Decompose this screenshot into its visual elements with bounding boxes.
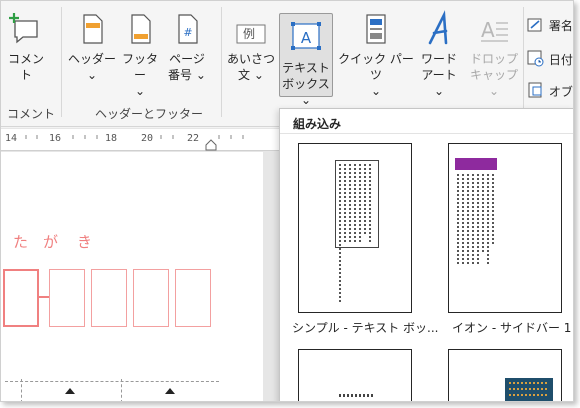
document-kana: き (77, 233, 93, 251)
page-number-dropdown-arrow: ⌄ (195, 68, 206, 82)
gallery-item-label: イオン - サイドバー 1 (452, 321, 572, 335)
horizontal-ruler[interactable]: 14 16 18 20 22 (1, 129, 281, 151)
quick-parts-dropdown-arrow: ⌄ (370, 84, 382, 98)
word-window: コメント コメント ヘッダー ⌄ フッター ⌄ # ページ 番号 ⌄ ヘッダーと… (0, 0, 574, 402)
textbox-outline[interactable] (5, 379, 219, 401)
wordart-button[interactable]: ワード アート ⌄ (415, 9, 463, 99)
header-icon (75, 9, 109, 49)
svg-text:A: A (481, 18, 495, 42)
gallery-section-title: 組み込み (293, 117, 342, 131)
dark-sidebar-preview (505, 378, 553, 401)
quick-parts-icon (359, 9, 393, 49)
date-label: 日付 (548, 53, 573, 67)
textbox-label-1: テキスト (282, 61, 330, 75)
textbox-dropdown-arrow: ⌄ (300, 93, 312, 107)
textbox-button[interactable]: A テキスト ボックス ⌄ (279, 13, 333, 107)
page-number-icon: # (170, 9, 204, 49)
date-button[interactable]: 日付 (527, 49, 573, 68)
simple-textbox-preview (335, 160, 379, 304)
gallery-item[interactable] (298, 349, 412, 401)
footer-dropdown-arrow: ⌄ (134, 84, 146, 98)
page-number-button[interactable]: # ページ 番号 ⌄ (165, 9, 209, 83)
comment-button[interactable]: コメント (3, 9, 49, 83)
gallery-item-ion-sidebar-1[interactable] (448, 143, 562, 313)
quick-parts-button[interactable]: クイック パーツ ⌄ (337, 9, 415, 99)
greeting-label-2: 文 (238, 68, 251, 82)
footer-icon (123, 9, 157, 49)
ruler-tick-label: 22 (187, 133, 200, 144)
object-button[interactable]: オブ (527, 81, 573, 100)
wordart-label-1: ワード (420, 52, 457, 66)
page-number-label-1: ページ (169, 52, 205, 66)
ion-sidebar-text (457, 174, 497, 266)
header-footer-group-label: ヘッダーとフッター (95, 107, 204, 121)
manuscript-box (91, 269, 127, 327)
gallery-item[interactable] (448, 349, 562, 401)
quick-parts-label: クイック パーツ (338, 52, 414, 82)
dropcap-label-1: ドロップ (469, 52, 518, 66)
dropcap-label-2: キャップ (469, 68, 518, 82)
calendar-clock-icon (527, 50, 549, 67)
dropcap-icon: A (477, 9, 511, 49)
object-icon (527, 82, 549, 99)
manuscript-box (49, 269, 85, 327)
gallery-divider (280, 133, 573, 134)
document-kana: が (43, 233, 59, 251)
box-connector (39, 296, 49, 298)
ruler-tick-label: 20 (141, 133, 154, 144)
comment-icon (9, 9, 43, 49)
group-separator (221, 7, 222, 117)
greeting-dropdown-arrow: ⌄ (253, 68, 264, 82)
ruler-tick-label: 16 (49, 133, 62, 144)
footer-button[interactable]: フッター ⌄ (118, 9, 162, 99)
wordart-label-2: アート (421, 68, 457, 82)
greeting-icon: 例 (234, 9, 268, 49)
signature-label: 署名 (548, 19, 573, 33)
greeting-label-1: あいさつ (227, 52, 276, 66)
greeting-icon-text: 例 (243, 27, 256, 41)
greeting-button[interactable]: 例 あいさつ 文 ⌄ (227, 9, 275, 83)
svg-text:A: A (301, 29, 312, 47)
page-number-label-2: 番号 (168, 68, 193, 82)
svg-text:#: # (183, 26, 192, 39)
manuscript-box (3, 269, 39, 327)
group-separator (61, 7, 62, 117)
object-label: オブ (548, 85, 573, 99)
ion-sidebar-header (455, 158, 497, 170)
manuscript-box (175, 269, 211, 327)
wordart-dropdown-arrow: ⌄ (433, 84, 445, 98)
textbox-gallery-dropdown: 組み込み シンプル - テキスト ボッ... イオン - サイドバー 1 (279, 108, 573, 401)
manuscript-box (133, 269, 169, 327)
gallery-item-simple-textbox[interactable] (298, 143, 412, 313)
header-button[interactable]: ヘッダー ⌄ (67, 9, 117, 83)
comment-group-label: コメント (7, 107, 56, 121)
group-separator (523, 7, 524, 117)
textbox-label-2: ボックス (282, 77, 330, 91)
comment-label: コメント (7, 52, 44, 82)
header-dropdown-arrow: ⌄ (86, 68, 98, 82)
textbox-icon: A (289, 18, 323, 58)
page-margin (263, 152, 279, 401)
thumb-preview-line (339, 394, 375, 397)
wordart-icon (422, 9, 456, 49)
footer-label: フッター (121, 52, 158, 82)
signature-icon (527, 18, 549, 33)
document-page[interactable] (1, 152, 263, 401)
gallery-item-label: シンプル - テキスト ボッ... (292, 321, 439, 335)
dropcap-button[interactable]: A ドロップ キャップ ⌄ (467, 9, 521, 99)
ruler-tick-label: 14 (5, 133, 18, 144)
signature-button[interactable]: 署名 (527, 17, 573, 34)
dropcap-dropdown-arrow: ⌄ (488, 84, 500, 98)
document-kana: た (13, 233, 29, 251)
ruler-tick-label: 18 (105, 133, 118, 144)
header-label: ヘッダー (67, 52, 116, 66)
